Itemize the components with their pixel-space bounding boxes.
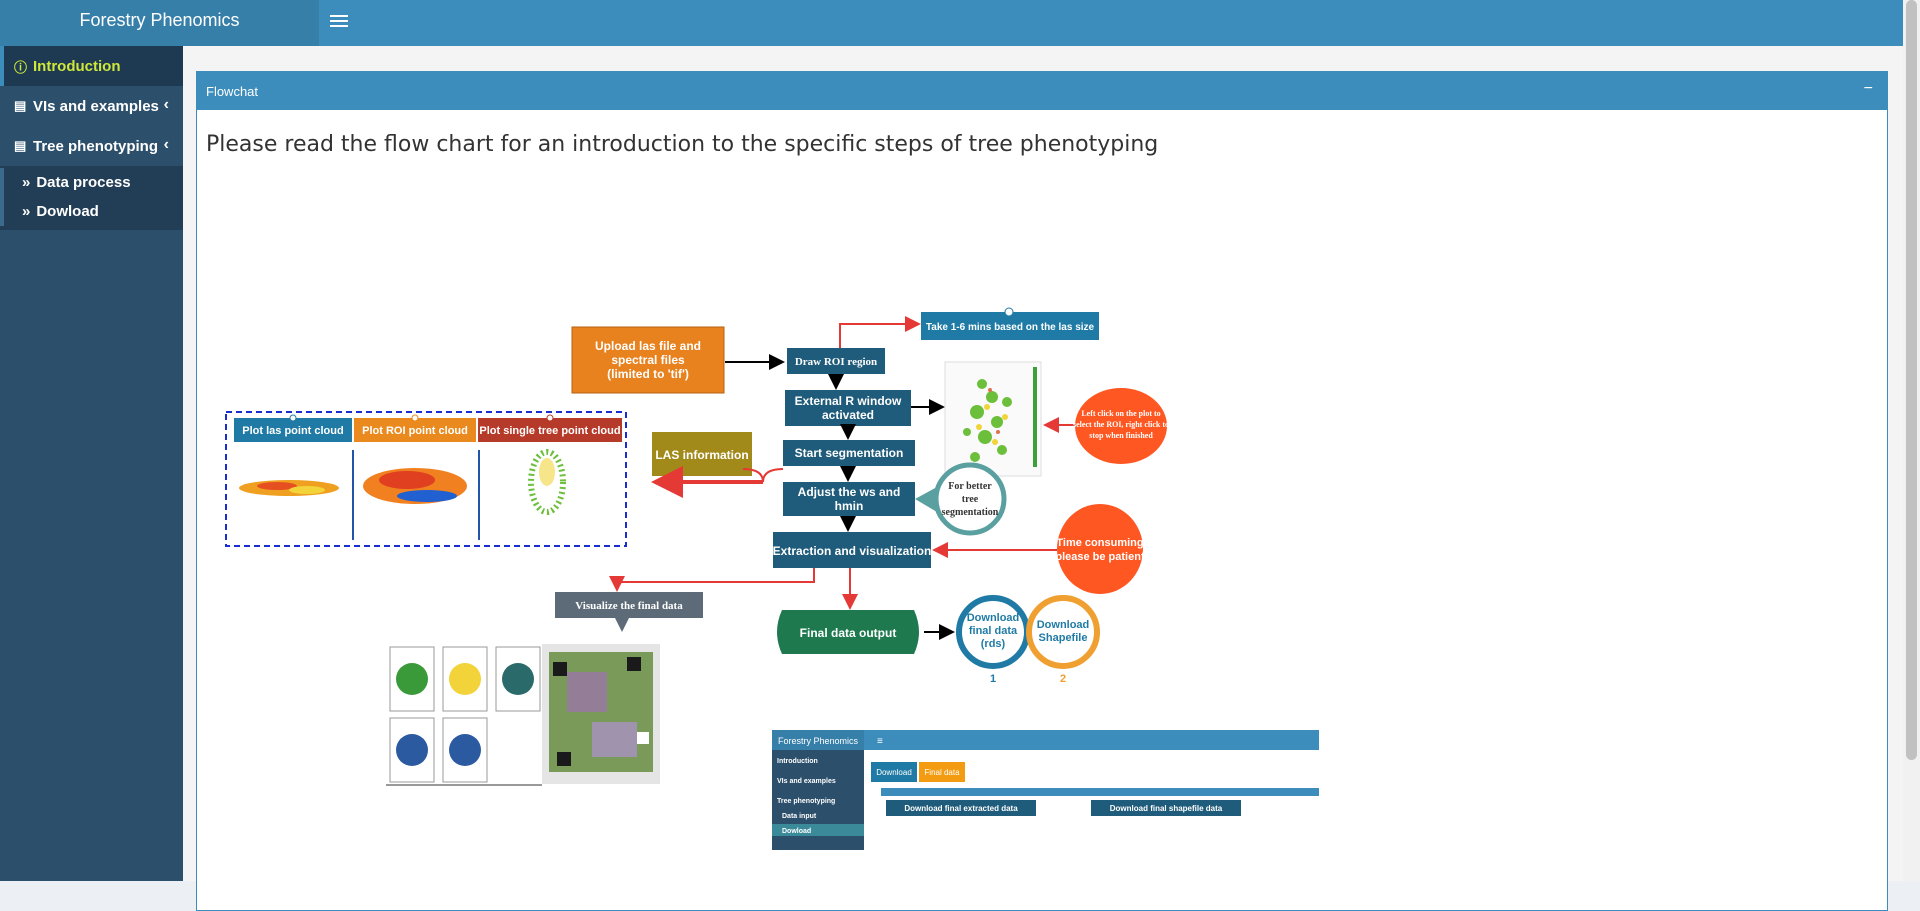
svg-text:activated: activated — [822, 408, 874, 422]
sidebar-item-introduction[interactable]: ⓘ Introduction — [0, 46, 183, 86]
plot-panels-group: Plot las point cloud Plot ROI point clou… — [225, 411, 627, 547]
time-consuming-note: Time consuming please be patient — [1055, 504, 1145, 594]
svg-text:Take 1-6 mins based on the las: Take 1-6 mins based on the las size — [926, 322, 1095, 333]
svg-text:Left click on the plot to: Left click on the plot to — [1081, 409, 1160, 418]
las-info-node: LAS information — [652, 432, 752, 476]
svg-text:stop when finished: stop when finished — [1089, 431, 1153, 440]
sidebar-subitem-label: Dowload — [36, 203, 99, 220]
svg-text:hmin: hmin — [835, 499, 864, 513]
svg-text:final data: final data — [969, 625, 1018, 637]
svg-text:Tree phenotyping: Tree phenotyping — [777, 798, 835, 805]
svg-text:For better: For better — [948, 481, 992, 492]
sidebar-item-label: VIs and examples — [33, 97, 159, 115]
svg-text:Download final shapefile data: Download final shapefile data — [1110, 804, 1223, 813]
draw-roi-node: Draw ROI region — [787, 348, 885, 374]
take-time-note: Take 1-6 mins based on the las size — [921, 307, 1099, 340]
svg-text:(rds): (rds) — [981, 638, 1006, 650]
svg-text:select the ROI, right click to: select the ROI, right click to — [1073, 420, 1169, 429]
svg-text:Final data output: Final data output — [800, 626, 897, 640]
svg-text:tree: tree — [962, 494, 979, 505]
download-rds-circle: Download final data (rds) 1 — [956, 595, 1030, 685]
roi-plot-image — [944, 361, 1042, 477]
svg-text:Download final extracted data: Download final extracted data — [904, 804, 1018, 813]
svg-text:Final data: Final data — [924, 768, 960, 777]
scrollbar-thumb[interactable] — [1906, 0, 1917, 760]
svg-text:Forestry Phenomics: Forestry Phenomics — [778, 736, 859, 746]
sidebar-subitem-label: Data process — [36, 174, 131, 191]
database-icon: ▤ — [14, 138, 27, 153]
main-content: Flowchat − Please read the flow chart fo… — [183, 46, 1903, 911]
sidebar-item-vis-examples[interactable]: ▤ VIs and examples ‹ — [0, 86, 183, 126]
svg-text:spectral files: spectral files — [611, 353, 685, 367]
svg-text:Plot las point cloud: Plot las point cloud — [242, 425, 343, 437]
svg-text:Data input: Data input — [782, 813, 817, 820]
svg-text:Download: Download — [1037, 619, 1090, 631]
external-r-node: External R window activated — [785, 390, 911, 426]
sidebar-item-tree-phenotyping[interactable]: ▤ Tree phenotyping ‹ — [0, 126, 183, 166]
sidebar: ⓘ Introduction ▤ VIs and examples ‹ ▤ Tr… — [0, 46, 183, 881]
info-circle-icon: ⓘ — [14, 59, 28, 75]
sidebar-subitem-data-process[interactable]: » Data process — [0, 168, 183, 197]
svg-text:Dowload: Dowload — [782, 828, 811, 835]
sidebar-subitem-dowload[interactable]: » Dowload — [0, 197, 183, 226]
svg-text:Introduction: Introduction — [777, 758, 818, 765]
svg-text:1: 1 — [990, 673, 996, 685]
visualize-final-node: Visualize the final data — [555, 592, 703, 632]
chevron-left-icon: ‹ — [163, 96, 169, 113]
svg-text:Draw ROI region: Draw ROI region — [795, 356, 877, 368]
svg-text:Time consuming: Time consuming — [1056, 537, 1143, 549]
mini-app-screenshot: Forestry Phenomics ≡ Introduction VIs an… — [772, 730, 1319, 850]
svg-text:Start segmentation: Start segmentation — [795, 446, 904, 460]
svg-text:(limited to 'tif'): (limited to 'tif') — [607, 367, 689, 381]
svg-text:Extraction and visualization: Extraction and visualization — [773, 544, 932, 558]
left-click-note: Left click on the plot to select the ROI… — [1073, 388, 1169, 464]
svg-text:2: 2 — [1060, 673, 1066, 685]
flowchart-box: Flowchat − Please read the flow chart fo… — [196, 71, 1888, 911]
svg-text:Visualize the final data: Visualize the final data — [575, 600, 683, 612]
svg-text:Plot single tree point cloud: Plot single tree point cloud — [479, 425, 620, 437]
svg-text:Shapefile: Shapefile — [1039, 632, 1088, 644]
upload-node: Upload las file and spectral files (limi… — [571, 326, 725, 394]
page-scrollbar[interactable] — [1903, 0, 1920, 881]
sidebar-item-label: Introduction — [33, 57, 121, 75]
sidebar-toggle-icon[interactable] — [330, 12, 348, 28]
svg-text:Download: Download — [967, 612, 1020, 624]
top-navbar: Forestry Phenomics — [0, 0, 1920, 46]
sidebar-item-label: Tree phenotyping — [33, 137, 159, 155]
flowchart-image: Upload las file and spectral files (limi… — [225, 307, 1319, 850]
database-icon: ▤ — [14, 98, 27, 113]
double-chevron-right-icon: » — [22, 203, 31, 220]
svg-text:please be patient: please be patient — [1055, 551, 1145, 563]
final-output-node: Final data output — [777, 610, 919, 654]
download-shapefile-circle: Download Shapefile 2 — [1026, 595, 1100, 685]
svg-text:≡: ≡ — [877, 736, 883, 747]
svg-text:LAS information: LAS information — [655, 448, 748, 462]
final-data-thumbnails — [386, 644, 660, 786]
chevron-left-icon: ‹ — [163, 136, 169, 153]
svg-text:Adjust the ws and: Adjust the ws and — [798, 485, 901, 499]
svg-text:Plot ROI point cloud: Plot ROI point cloud — [362, 425, 468, 437]
double-chevron-right-icon: » — [22, 174, 31, 191]
svg-text:Download: Download — [876, 768, 912, 777]
start-segmentation-node: Start segmentation — [783, 440, 915, 466]
extraction-node: Extraction and visualization — [773, 532, 932, 568]
sidebar-submenu: » Data process » Dowload — [0, 166, 183, 230]
svg-text:segmentation: segmentation — [942, 507, 999, 518]
better-seg-bubble: For better tree segmentation — [915, 462, 1007, 536]
svg-text:Upload las file and: Upload las file and — [595, 339, 701, 353]
adjust-node: Adjust the ws and hmin — [783, 482, 915, 516]
svg-text:External R window: External R window — [795, 394, 902, 408]
app-logo-title[interactable]: Forestry Phenomics — [0, 0, 319, 46]
svg-text:VIs and examples: VIs and examples — [777, 778, 836, 785]
